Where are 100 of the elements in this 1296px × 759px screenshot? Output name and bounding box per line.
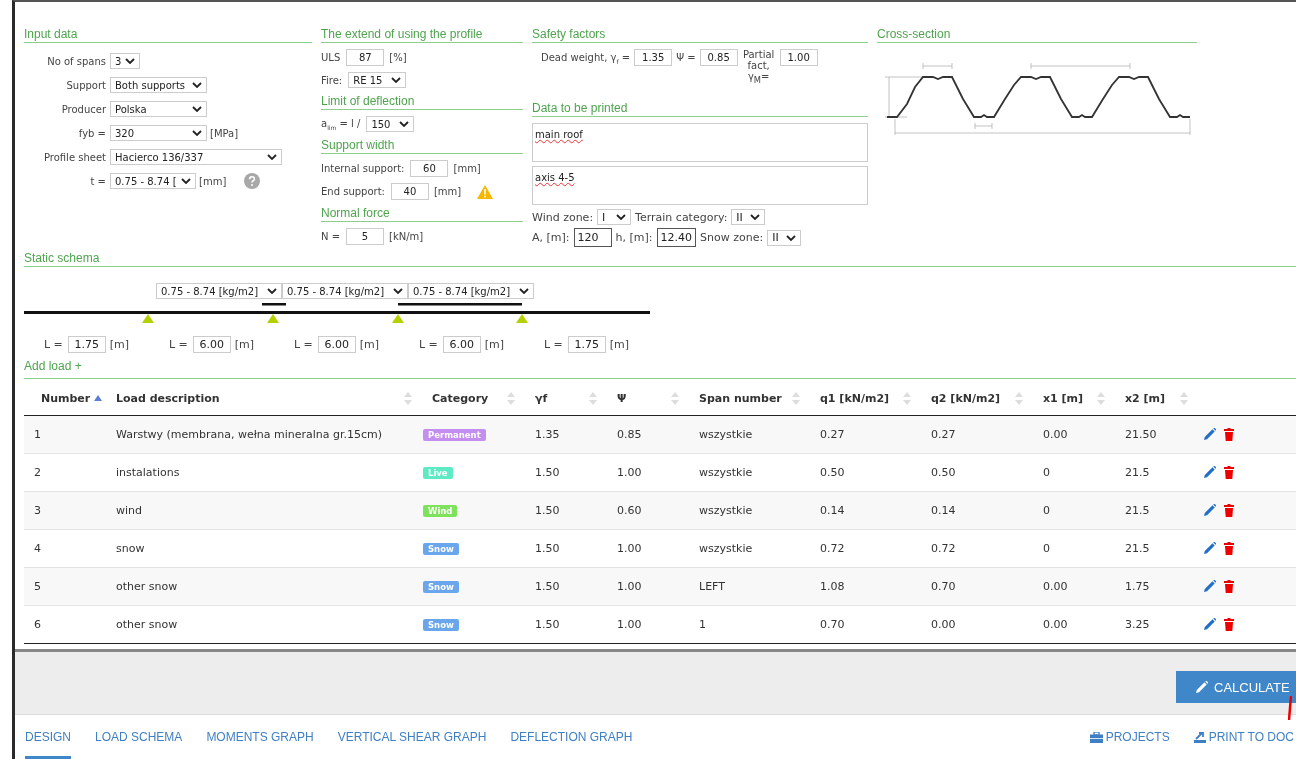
category-tag: Live xyxy=(423,467,453,479)
edit-pencil-icon[interactable] xyxy=(1204,504,1216,516)
input-field[interactable]: 1.75 xyxy=(567,336,606,353)
field-label: L = xyxy=(543,338,563,351)
help-icon[interactable] xyxy=(244,173,261,189)
nav-tab[interactable]: DEFLECTION GRAPH xyxy=(510,715,633,759)
input-field[interactable]: 12.40 xyxy=(656,228,696,247)
input-field[interactable]: 5 xyxy=(346,228,385,245)
unit-label: [m] xyxy=(484,338,505,351)
edit-pencil-icon[interactable] xyxy=(1204,618,1216,630)
dropdown[interactable]: RE 15 xyxy=(348,72,407,88)
field-label: A, [m]: xyxy=(532,231,570,244)
delete-trash-icon[interactable] xyxy=(1224,542,1234,555)
chevron-icon xyxy=(391,77,402,83)
field-label: L = xyxy=(293,338,313,351)
nav-tab[interactable]: MOMENTS GRAPH xyxy=(206,715,314,759)
calculate-button[interactable]: CALCULATE xyxy=(1176,671,1296,703)
nav-link[interactable]: PRINT TO DOC xyxy=(1193,730,1294,744)
input-field[interactable]: 60 xyxy=(410,160,449,177)
nav-tab[interactable]: VERTICAL SHEAR GRAPH xyxy=(337,715,487,759)
unit-label: [kN/m] xyxy=(389,231,424,242)
input-field[interactable]: 6.00 xyxy=(317,336,356,353)
section-heading: Static schema xyxy=(24,251,1296,267)
field-label: t = xyxy=(89,175,106,187)
field-label: Producer xyxy=(60,103,106,115)
table-cell-text: 0.50 xyxy=(819,466,846,479)
field-label: Support xyxy=(65,79,106,91)
input-field[interactable]: 6.00 xyxy=(192,336,231,353)
column-header[interactable]: γf xyxy=(525,391,607,405)
dropdown[interactable]: 0.75 - 8.74 [ xyxy=(110,173,196,189)
table-cell-text: wind xyxy=(115,504,143,517)
text-area[interactable]: main roof xyxy=(532,123,868,162)
section-heading: Cross-section xyxy=(877,27,1197,43)
dropdown[interactable]: 0.75 - 8.74 [kg/m2] xyxy=(156,283,282,299)
dropdown[interactable]: 320 xyxy=(110,125,207,141)
dropdown[interactable]: I xyxy=(597,209,632,225)
edit-pencil-icon[interactable] xyxy=(1204,542,1216,554)
section-heading: Safety factors xyxy=(532,27,868,43)
dropdown[interactable]: II xyxy=(767,229,802,246)
table-cell-text: wszystkie xyxy=(698,466,754,479)
input-field[interactable]: 120 xyxy=(573,228,612,247)
nav-link[interactable]: PROJECTS xyxy=(1089,730,1170,744)
column-header[interactable]: q2 [kN/m2] xyxy=(921,391,1033,405)
delete-trash-icon[interactable] xyxy=(1224,580,1234,593)
field-label: h, [m]: xyxy=(615,231,653,244)
column-header[interactable]: q1 [kN/m2] xyxy=(810,391,921,405)
table-cell-text: 1 xyxy=(698,618,707,631)
dropdown[interactable]: 0.75 - 8.74 [kg/m2] xyxy=(282,283,408,299)
dropdown[interactable]: Hacierco 136/337 xyxy=(110,149,282,165)
edit-pencil-icon[interactable] xyxy=(1204,428,1216,440)
table-cell-text: 0.70 xyxy=(930,580,957,593)
delete-trash-icon[interactable] xyxy=(1224,428,1234,441)
table-cell-text: 1.50 xyxy=(534,580,561,593)
column-header[interactable]: x2 [m] xyxy=(1115,391,1198,405)
edit-pencil-icon[interactable] xyxy=(1204,466,1216,478)
dropdown[interactable]: II xyxy=(731,209,766,225)
table-cell-text: 0.00 xyxy=(930,618,957,631)
table-cell-text: 3.25 xyxy=(1124,618,1151,631)
input-field[interactable]: 40 xyxy=(390,183,429,200)
text-area[interactable]: axis 4-5 xyxy=(532,166,868,205)
table-cell-text: 2 xyxy=(33,466,42,479)
delete-trash-icon[interactable] xyxy=(1224,466,1234,479)
unit-label: [m] xyxy=(609,338,630,351)
dropdown[interactable]: Both supports xyxy=(110,77,207,93)
field-label: Partial fact, γ$_{M}$= xyxy=(741,49,776,86)
column-header[interactable]: Ψ xyxy=(607,391,689,405)
column-header[interactable]: Category xyxy=(422,391,525,405)
table-cell-text: wszystkie xyxy=(698,542,754,555)
field-label: L = xyxy=(43,338,63,351)
table-cell-text: 0.14 xyxy=(819,504,846,517)
nav-tab[interactable]: DESIGN xyxy=(25,715,71,759)
input-field[interactable]: 87 xyxy=(346,49,385,66)
table-cell-text: 1.00 xyxy=(616,466,643,479)
input-field[interactable]: 1.35 xyxy=(634,49,673,66)
input-field[interactable]: 1.75 xyxy=(67,336,106,353)
pencil-icon xyxy=(1196,681,1208,693)
table-cell-text: 0.85 xyxy=(616,428,643,441)
table-cell-text: 0.14 xyxy=(930,504,957,517)
table-cell-text: 1.50 xyxy=(534,542,561,555)
table-cell-text: 21.50 xyxy=(1124,428,1158,441)
input-field[interactable]: 6.00 xyxy=(442,336,481,353)
section-heading: Input data xyxy=(24,27,312,43)
dropdown[interactable]: 150 xyxy=(366,116,415,132)
column-header[interactable]: Number xyxy=(24,391,106,405)
edit-pencil-icon[interactable] xyxy=(1204,580,1216,592)
delete-trash-icon[interactable] xyxy=(1224,618,1234,631)
column-header[interactable]: Load description xyxy=(106,391,422,405)
field-label: Profile sheet xyxy=(42,151,106,163)
dropdown[interactable]: Polska xyxy=(110,101,207,117)
dropdown[interactable]: 0.75 - 8.74 [kg/m2] xyxy=(408,283,534,299)
input-field[interactable]: 0.85 xyxy=(699,49,738,66)
table-cell-text: wszystkie xyxy=(698,428,754,441)
delete-trash-icon[interactable] xyxy=(1224,504,1234,517)
nav-tab[interactable]: LOAD SCHEMA xyxy=(95,715,183,759)
column-header[interactable]: x1 [m] xyxy=(1033,391,1115,405)
unit-label: [mm] xyxy=(453,163,481,174)
dropdown[interactable]: 3 xyxy=(110,53,140,69)
column-header[interactable]: Span number xyxy=(689,391,810,405)
field-label: N = xyxy=(321,231,341,242)
input-field[interactable]: 1.00 xyxy=(779,49,818,66)
